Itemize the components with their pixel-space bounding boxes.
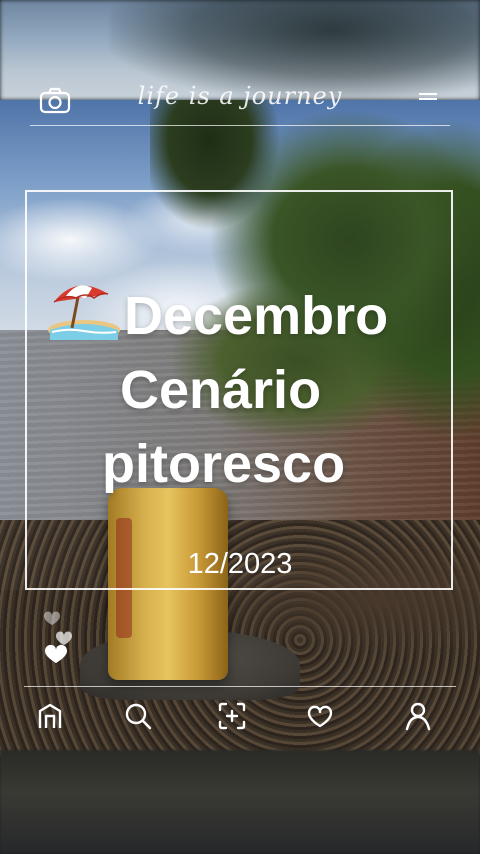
add-photo-icon[interactable]: [208, 694, 256, 738]
blurred-bottom-band: [0, 750, 480, 854]
top-bar: life is a journey: [0, 80, 480, 126]
bottom-divider: [24, 686, 456, 687]
post-date: 12/2023: [187, 548, 293, 580]
app-title: life is a journey: [137, 82, 343, 110]
top-divider: [30, 125, 450, 126]
headline-line-2: Cenário: [120, 360, 322, 420]
stack-icon[interactable]: [416, 88, 440, 108]
heart-icon[interactable]: [296, 694, 344, 738]
bottom-nav: [0, 694, 480, 742]
search-icon[interactable]: [114, 694, 162, 738]
profile-icon[interactable]: [394, 694, 442, 738]
camera-icon[interactable]: [38, 86, 72, 116]
home-icon[interactable]: [26, 694, 74, 738]
post-headline: Decembro Cenário pitoresco: [0, 278, 480, 501]
beach-umbrella-emoji: [46, 278, 122, 340]
headline-line-1: Decembro: [0, 278, 480, 353]
headline-line-3: pitoresco: [102, 434, 346, 494]
headline-text-1: Decembro: [124, 286, 389, 346]
hearts-icon[interactable]: [38, 606, 78, 670]
